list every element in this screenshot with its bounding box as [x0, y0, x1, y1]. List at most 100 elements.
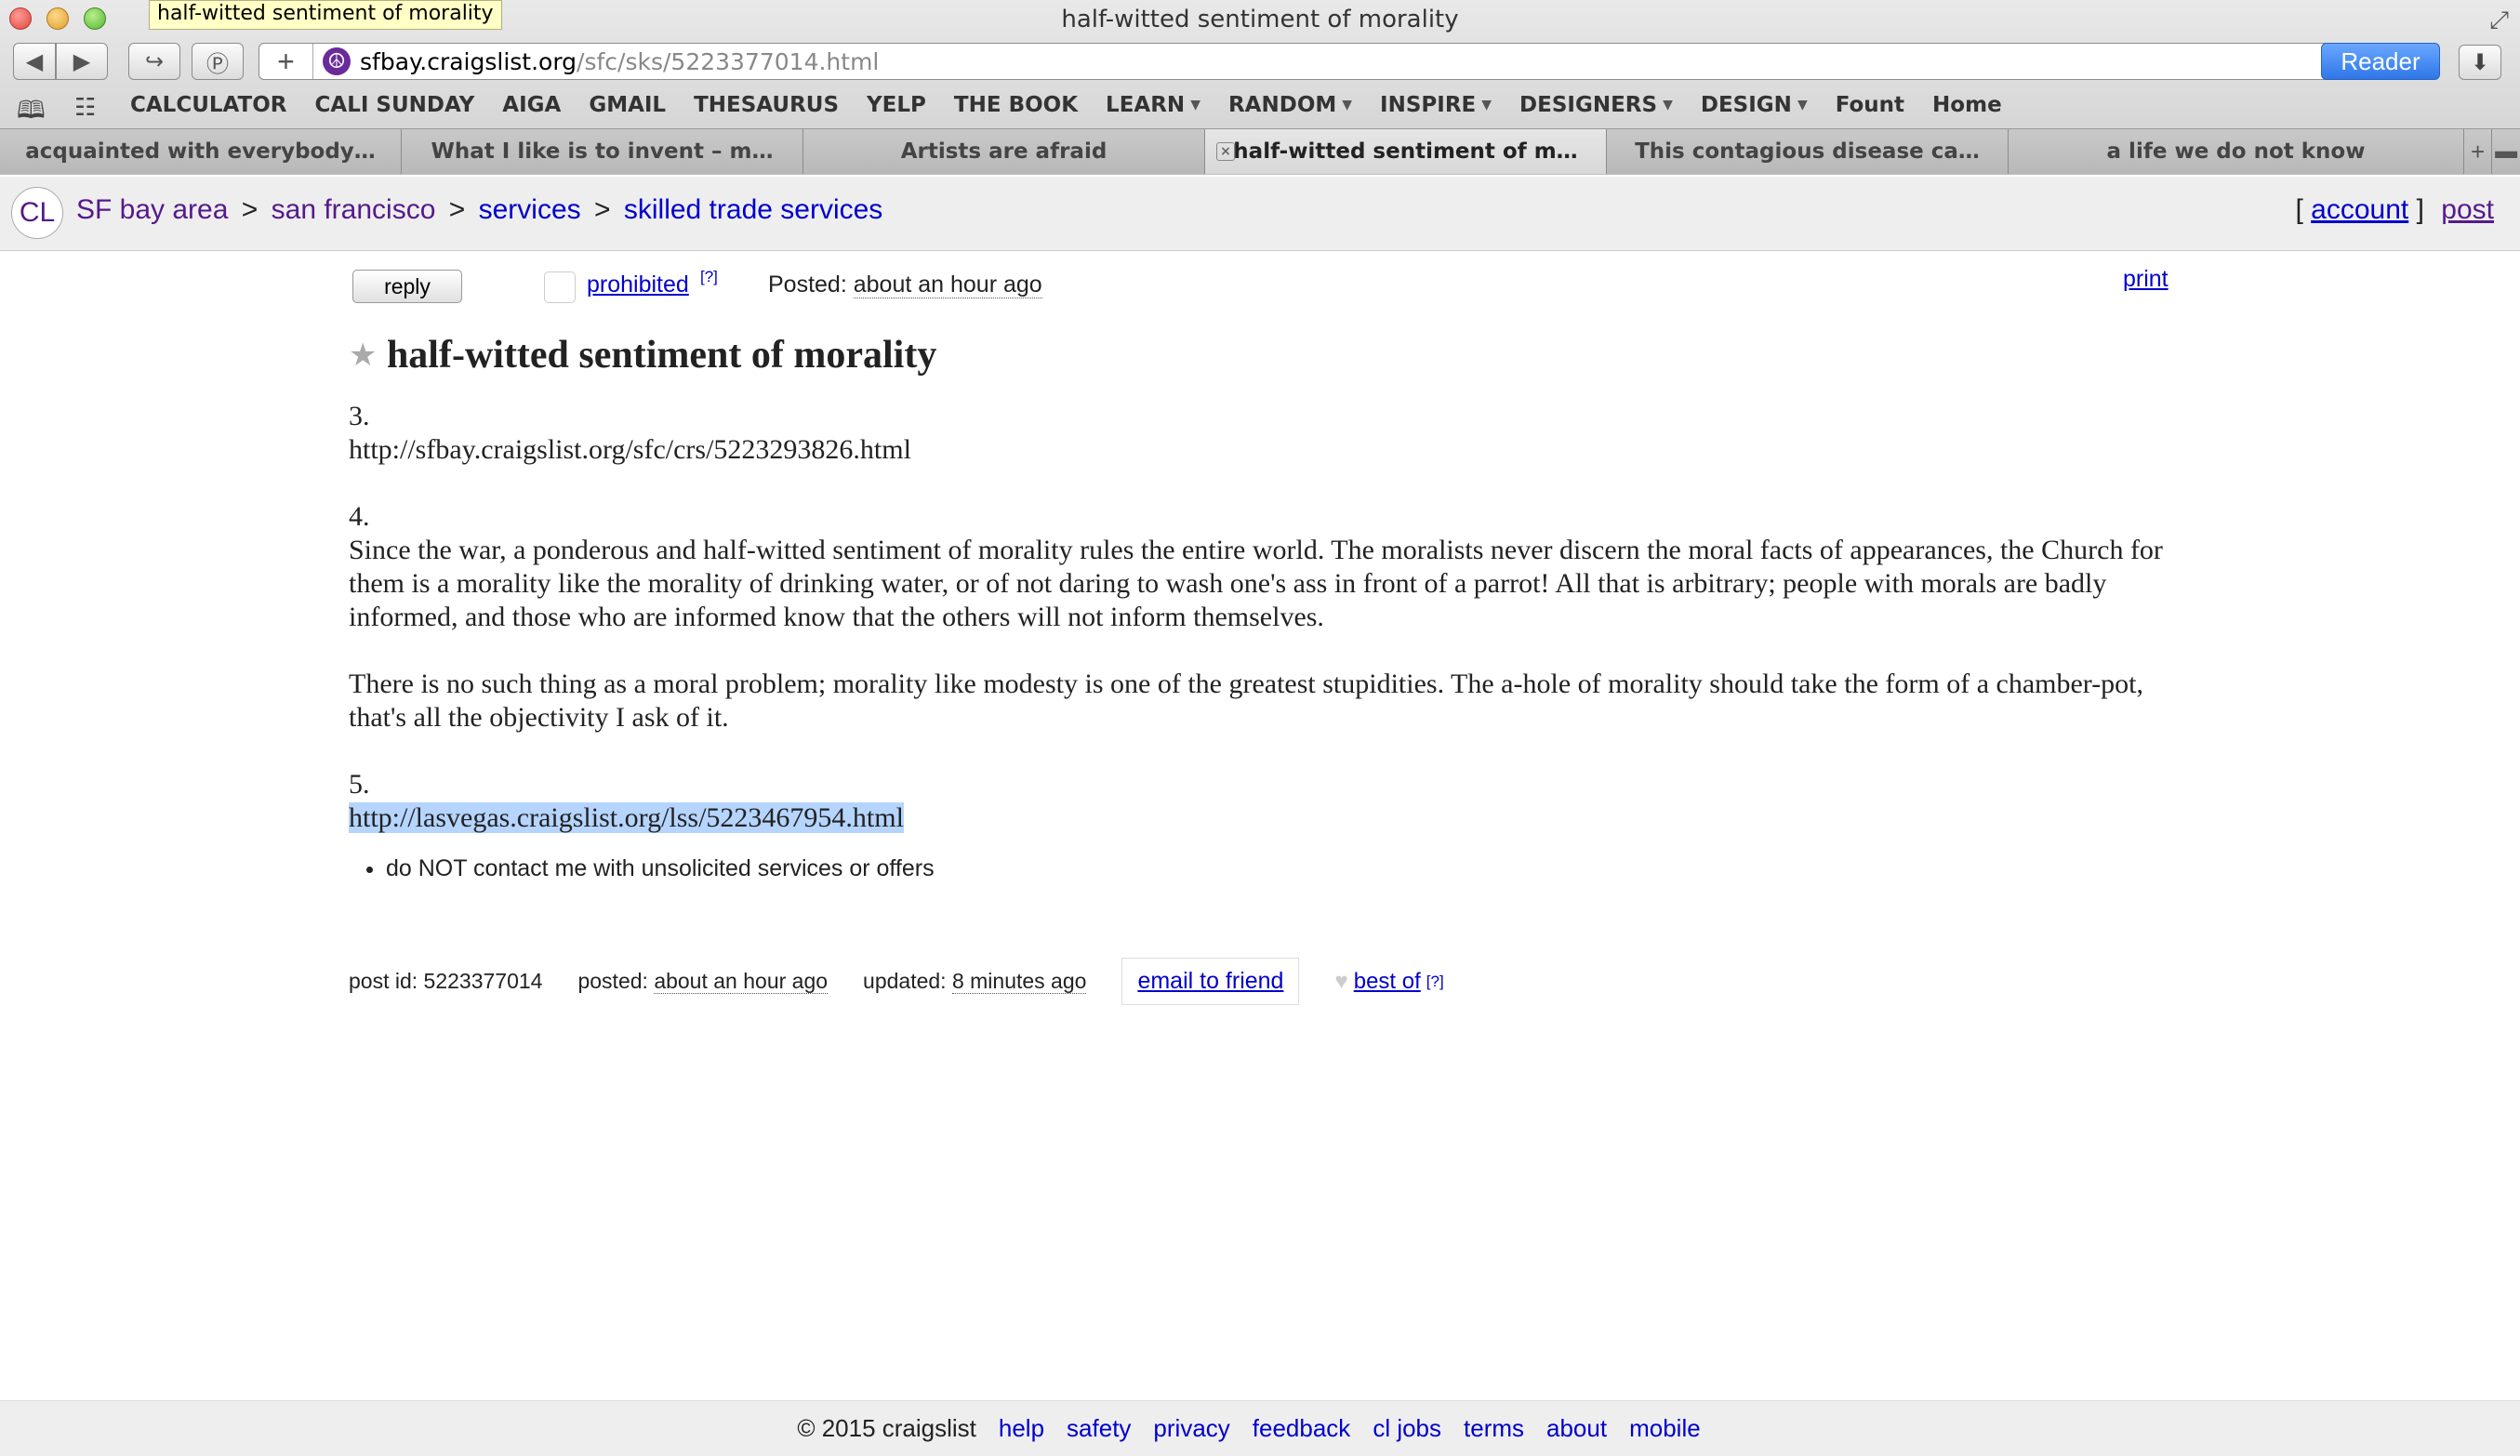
bracket-open: [: [2295, 194, 2303, 225]
account-link[interactable]: account: [2311, 194, 2408, 225]
bookmark-thesaurus[interactable]: THESAURUS: [694, 93, 839, 117]
print-link[interactable]: print: [2123, 266, 2169, 293]
bookmark-fount[interactable]: Fount: [1836, 93, 1904, 117]
title-bar: half-witted sentiment of morality half-w…: [0, 0, 2520, 37]
dropdown-caret-icon: ▼: [1481, 98, 1492, 113]
bookmark-the-book[interactable]: THE BOOK: [954, 93, 1078, 117]
post-id: post id: 5223377014: [349, 969, 542, 994]
updated-info-label: updated:: [863, 969, 947, 993]
favorite-star-icon[interactable]: ★: [349, 338, 377, 373]
bookmark-label: CALI SUNDAY: [314, 93, 475, 117]
share-button[interactable]: ↪: [128, 43, 180, 80]
body-paragraph: There is no such thing as a moral proble…: [349, 668, 2144, 733]
bookmark-design[interactable]: DESIGN ▼: [1701, 93, 1808, 117]
bookmark-learn[interactable]: LEARN ▼: [1106, 93, 1200, 117]
email-to-friend-button[interactable]: email to friend: [1121, 958, 1300, 1005]
bookmarks-bar: 🕮 ☷ CALCULATOR CALI SUNDAY AIGA GMAIL THESAU…: [0, 89, 2520, 125]
footer-link-mobile[interactable]: mobile: [1629, 1414, 1701, 1442]
pinboard-button[interactable]: Ⓟ: [192, 43, 244, 80]
body-paragraph: Since the war, a ponderous and half-witt…: [349, 535, 2163, 632]
body-url: http://sfbay.craigslist.org/sfc/crs/5223…: [349, 434, 911, 465]
posted-info: posted: about an hour ago: [577, 969, 829, 994]
best-of-link[interactable]: best of: [1354, 969, 1421, 995]
bookmark-label: Home: [1932, 93, 2002, 117]
reply-button[interactable]: reply: [352, 270, 462, 303]
footer-link-feedback[interactable]: feedback: [1253, 1414, 1351, 1442]
heart-icon[interactable]: ♥: [1334, 969, 1347, 995]
posted-info-value: about an hour ago: [654, 969, 829, 994]
prohibited-help-link[interactable]: [?]: [700, 268, 718, 286]
add-bookmark-button[interactable]: +: [259, 44, 313, 79]
fullscreen-icon[interactable]: ⤢: [2489, 6, 2509, 35]
flag-prohibited-checkbox[interactable]: [544, 271, 576, 303]
tab-4[interactable]: × half-witted sentiment of m…: [1205, 129, 1607, 174]
forward-button[interactable]: ▶: [56, 43, 108, 80]
breadcrumb-sf-bay-area[interactable]: SF bay area: [76, 194, 228, 225]
forward-arrow-icon: ▶: [73, 48, 91, 74]
new-tab-button[interactable]: +: [2464, 129, 2493, 174]
post-link[interactable]: post: [2441, 194, 2494, 225]
posting-info: post id: 5223377014 posted: about an hou…: [349, 958, 1444, 1005]
bookmark-aiga[interactable]: AIGA: [502, 93, 561, 117]
bookmark-gmail[interactable]: GMAIL: [589, 93, 666, 117]
tab-2[interactable]: What I like is to invent – m…: [402, 129, 803, 174]
url-field[interactable]: sfbay.craigslist.org/sfc/sks/5223377014.…: [360, 48, 879, 75]
prohibited-link[interactable]: prohibited: [587, 271, 689, 298]
share-icon: ↪: [144, 48, 165, 74]
posted-info-label: posted:: [577, 969, 648, 993]
tab-label: half-witted sentiment of m…: [1233, 139, 1578, 164]
tab-3[interactable]: Artists are afraid: [803, 129, 1205, 174]
posted-value: about an hour ago: [853, 271, 1042, 298]
tab-overview-button[interactable]: ▬: [2492, 129, 2520, 174]
footer-link-cl-jobs[interactable]: cl jobs: [1373, 1414, 1441, 1442]
reader-button[interactable]: Reader: [2321, 43, 2440, 80]
updated-info-value: 8 minutes ago: [951, 969, 1087, 994]
bookmark-label: AIGA: [502, 93, 562, 117]
browser-chrome: half-witted sentiment of morality half-w…: [0, 0, 2520, 175]
bookmark-label: DESIGN: [1700, 93, 1792, 117]
craigslist-logo[interactable]: CL: [11, 187, 63, 239]
tab-1[interactable]: acquainted with everybody…: [0, 129, 402, 174]
bookmark-label: YELP: [867, 93, 926, 117]
footer-link-terms[interactable]: terms: [1464, 1414, 1524, 1442]
bookmark-cali-sunday[interactable]: CALI SUNDAY: [315, 93, 475, 117]
tab-6[interactable]: a life we do not know: [2009, 129, 2464, 174]
bookmark-label: THE BOOK: [953, 93, 1079, 117]
bookmark-designers[interactable]: DESIGNERS ▼: [1519, 93, 1673, 117]
site-favicon-icon: ☮: [323, 47, 351, 75]
best-of-help-link[interactable]: [?]: [1426, 973, 1444, 991]
item-number: 5.: [349, 769, 370, 800]
bookmark-random[interactable]: RANDOM ▼: [1228, 93, 1352, 117]
bookmark-home[interactable]: Home: [1932, 93, 2002, 117]
address-bar[interactable]: + ☮ sfbay.craigslist.org/sfc/sks/5223377…: [259, 43, 2369, 80]
bracket-close: ]: [2416, 194, 2424, 225]
bookmark-inspire[interactable]: INSPIRE ▼: [1380, 93, 1492, 117]
breadcrumb-services[interactable]: services: [479, 194, 581, 225]
bookmark-label: GMAIL: [589, 93, 667, 117]
url-host: sfbay.craigslist.org: [360, 47, 577, 75]
footer-link-privacy[interactable]: privacy: [1153, 1414, 1229, 1442]
back-button[interactable]: ◀: [13, 43, 56, 80]
footer-link-safety[interactable]: safety: [1067, 1414, 1131, 1442]
footer-link-help[interactable]: help: [999, 1414, 1044, 1442]
breadcrumb-san-francisco[interactable]: san francisco: [272, 194, 436, 225]
bookmark-label: DESIGNERS: [1519, 93, 1658, 117]
top-sites-icon[interactable]: ☷: [74, 93, 96, 122]
footer-link-about[interactable]: about: [1546, 1414, 1607, 1442]
tab-close-icon[interactable]: ×: [1216, 142, 1235, 161]
bookmark-yelp[interactable]: YELP: [867, 93, 926, 117]
posted-timestamp: Posted: about an hour ago: [768, 271, 1042, 298]
post-id-value: 5223377014: [423, 969, 543, 993]
item-number: 4.: [349, 501, 370, 532]
breadcrumb-skilled-trade-services[interactable]: skilled trade services: [624, 194, 882, 225]
tab-5[interactable]: This contagious disease ca…: [1607, 129, 2009, 174]
bookmark-label: INSPIRE: [1380, 93, 1477, 117]
bookmark-label: Fount: [1835, 93, 1905, 117]
posted-label: Posted:: [768, 271, 847, 298]
selected-body-url: http://lasvegas.craigslist.org/lss/52234…: [349, 802, 904, 833]
bookmark-calculator[interactable]: CALCULATOR: [130, 93, 287, 117]
bookmark-label: RANDOM: [1227, 93, 1337, 117]
breadcrumb-separator: >: [593, 194, 611, 225]
downloads-button[interactable]: ⬇: [2459, 45, 2501, 80]
dropdown-caret-icon: ▼: [1342, 98, 1353, 113]
